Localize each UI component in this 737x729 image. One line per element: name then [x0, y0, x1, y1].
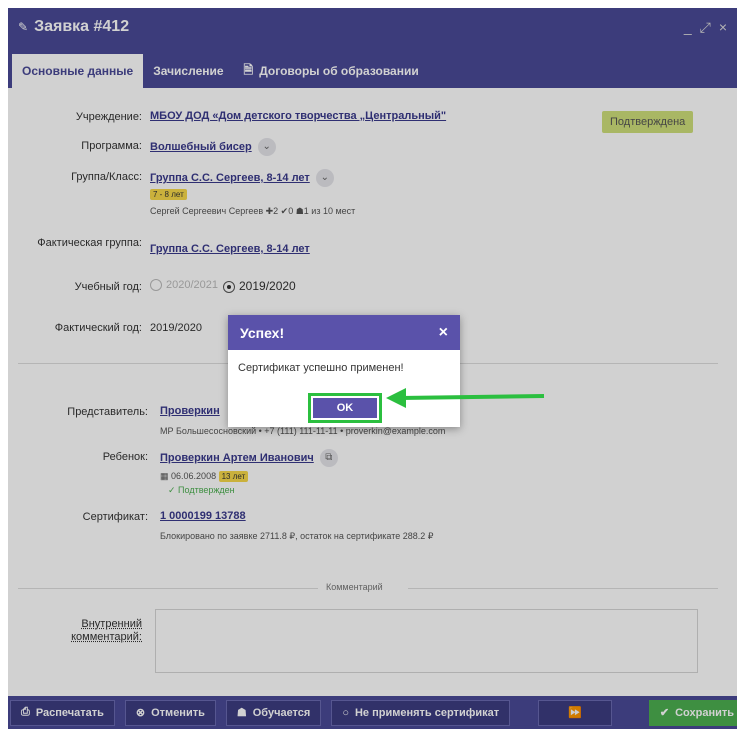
success-dialog: Успех! × Сертификат успешно применен! OK [228, 315, 460, 427]
ok-button[interactable]: OK [313, 398, 377, 418]
dialog-title: Успех! [240, 324, 285, 341]
close-icon[interactable]: × [439, 324, 448, 342]
dialog-header: Успех! × [228, 315, 460, 350]
ok-highlight: OK [308, 393, 382, 423]
dialog-message: Сертификат успешно применен! [238, 362, 404, 374]
application-window: ✎ Заявка #412 _ ⤢ × Основные данные Зачи… [8, 8, 737, 729]
pointer-arrow-icon [386, 388, 545, 408]
